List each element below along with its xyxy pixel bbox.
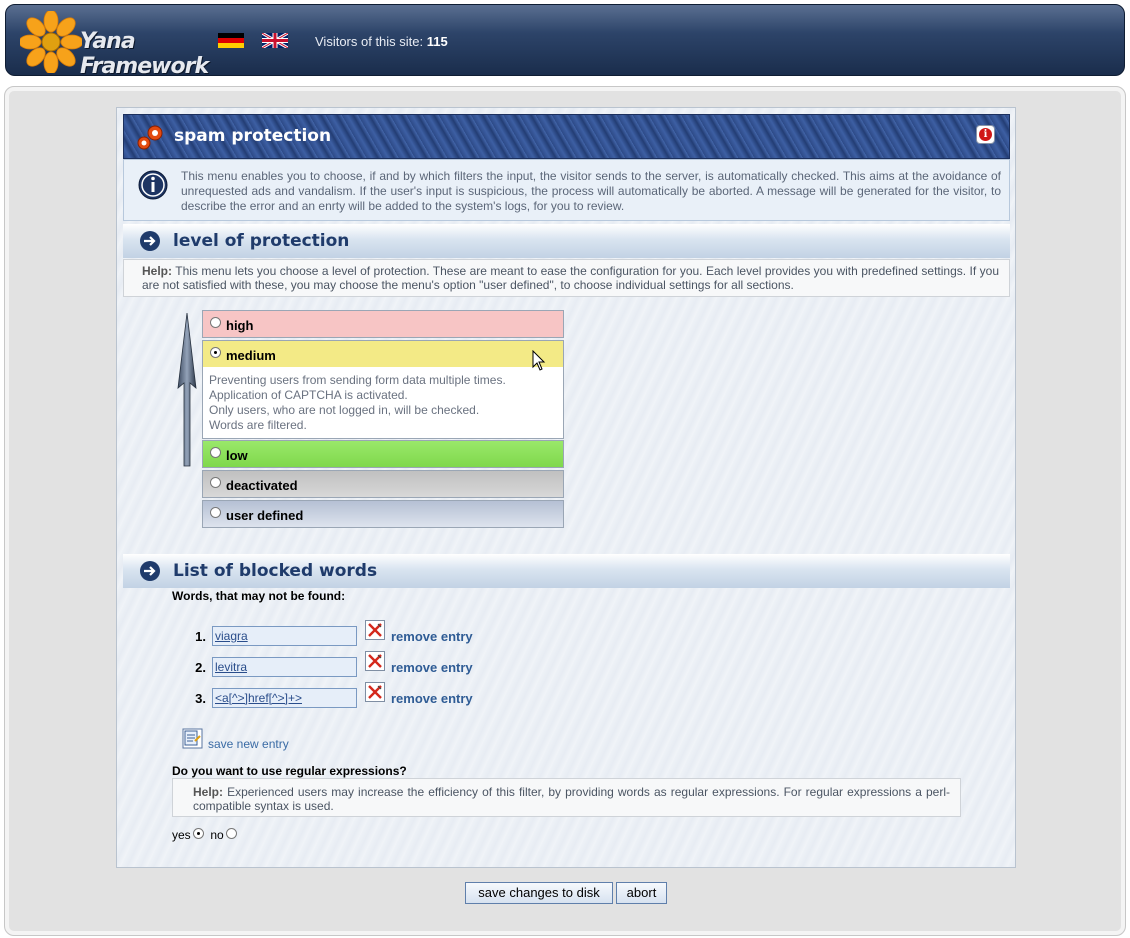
level-low-radio[interactable]: [210, 447, 221, 458]
panel-titlebar: spam protection i: [123, 114, 1010, 159]
medium-desc-line: Application of CAPTCHA is activated.: [209, 388, 408, 402]
level-low-label: low: [226, 448, 248, 463]
yes-label: yes: [172, 828, 191, 842]
delete-icon[interactable]: [365, 682, 385, 702]
logo-text: Yana Framework: [80, 29, 209, 79]
word-input[interactable]: [212, 688, 357, 708]
regex-help-text: Experienced users may increase the effic…: [193, 785, 950, 813]
word-input[interactable]: [212, 626, 357, 646]
arrow-up-icon: [177, 313, 197, 467]
save-new-entry-label[interactable]: save new entry: [208, 737, 289, 751]
arrow-right-icon: [140, 231, 160, 251]
level-medium-label: medium: [226, 348, 276, 363]
info-button[interactable]: i: [976, 125, 995, 144]
level-option-low[interactable]: low: [202, 440, 564, 468]
regex-question: Do you want to use regular expressions?: [172, 764, 407, 778]
level-help-text: This menu lets you choose a level of pro…: [142, 264, 999, 292]
level-high-row[interactable]: high: [203, 311, 563, 337]
visitors-label: Visitors of this site:: [315, 34, 424, 49]
flower-logo-icon: [20, 11, 82, 73]
english-flag-icon[interactable]: [262, 33, 288, 48]
remove-entry-link[interactable]: remove entry: [391, 629, 473, 644]
arrow-right-icon: [140, 561, 160, 581]
level-help-box: Help: This menu lets you choose a level …: [123, 259, 1010, 297]
visitor-counter: Visitors of this site: 115: [315, 34, 448, 49]
entry-number: 1.: [195, 629, 206, 644]
remove-entry-link[interactable]: remove entry: [391, 691, 473, 706]
level-option-user-defined[interactable]: user defined: [202, 500, 564, 528]
no-label: no: [210, 828, 224, 842]
medium-desc-line: Words are filtered.: [209, 418, 307, 432]
notepad-icon: [182, 728, 203, 749]
regex-help-box: Help: Experienced users may increase the…: [172, 778, 961, 817]
level-low-row[interactable]: low: [203, 441, 563, 467]
mouse-pointer-icon: [532, 350, 546, 371]
word-input[interactable]: [212, 657, 357, 677]
delete-icon[interactable]: [365, 651, 385, 671]
abort-button[interactable]: abort: [616, 882, 667, 904]
level-high-radio[interactable]: [210, 317, 221, 328]
level-medium-description: Preventing users from sending form data …: [203, 367, 563, 438]
delete-icon[interactable]: [365, 620, 385, 640]
spam-protection-panel: spam protection i This menu enables you …: [116, 107, 1016, 868]
level-user-defined-label: user defined: [226, 508, 304, 523]
page-title: spam protection: [174, 126, 332, 146]
level-section-header: level of protection: [123, 224, 1010, 258]
blocked-words-section-header: List of blocked words: [123, 554, 1010, 588]
regex-yes-radio[interactable]: [192, 828, 204, 839]
level-high-label: high: [226, 318, 254, 333]
level-section-title: level of protection: [173, 231, 350, 251]
save-changes-button[interactable]: save changes to disk: [465, 882, 613, 904]
intro-box: This menu enables you to choose, if and …: [123, 159, 1010, 221]
level-deactivated-label: deactivated: [226, 478, 298, 493]
help-label: Help:: [142, 264, 172, 278]
german-flag-icon[interactable]: [218, 33, 244, 48]
level-user-defined-row[interactable]: user defined: [203, 501, 563, 527]
level-option-deactivated[interactable]: deactivated: [202, 470, 564, 498]
remove-entry-link[interactable]: remove entry: [391, 660, 473, 675]
entry-number: 2.: [195, 660, 206, 675]
info-icon: i: [979, 128, 992, 141]
site-logo[interactable]: Yana Framework: [20, 11, 209, 79]
medium-desc-line: Preventing users from sending form data …: [209, 373, 506, 387]
blocked-words-label: Words, that may not be found:: [172, 589, 346, 603]
level-medium-row[interactable]: medium: [203, 341, 563, 367]
level-option-medium[interactable]: medium Preventing users from sending for…: [202, 340, 564, 439]
blocked-words-title: List of blocked words: [173, 561, 378, 581]
regex-no-radio[interactable]: [225, 828, 237, 839]
level-deactivated-row[interactable]: deactivated: [203, 471, 563, 497]
intro-text: This menu enables you to choose, if and …: [181, 169, 1001, 213]
entry-number: 3.: [195, 691, 206, 706]
level-medium-radio[interactable]: [210, 347, 221, 358]
level-deactivated-radio[interactable]: [210, 477, 221, 488]
gears-icon: [137, 125, 163, 150]
level-option-high[interactable]: high: [202, 310, 564, 338]
visitors-count: 115: [426, 34, 448, 49]
help-label: Help:: [193, 785, 223, 799]
info-circle-icon: [138, 170, 168, 200]
regex-options: yes no: [172, 828, 237, 842]
medium-desc-line: Only users, who are not logged in, will …: [209, 403, 480, 417]
level-user-defined-radio[interactable]: [210, 507, 221, 518]
top-header: Yana Framework Visitors of this site: 11…: [5, 4, 1125, 79]
